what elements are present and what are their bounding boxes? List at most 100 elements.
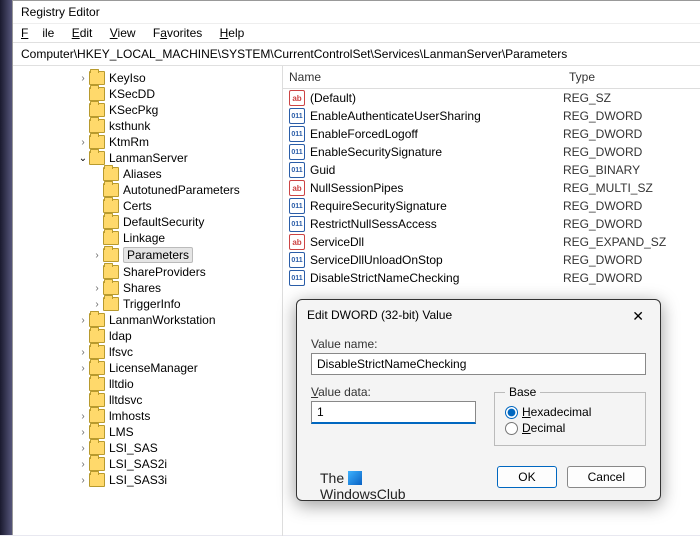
tree-item-aliases[interactable]: Aliases bbox=[91, 166, 280, 182]
tree-item-lsi_sas2i[interactable]: › LSI_SAS2i bbox=[77, 456, 280, 472]
value-name: RestrictNullSessAccess bbox=[310, 217, 437, 231]
tree-item-label: LSI_SAS2i bbox=[109, 457, 167, 471]
tree-item-shares[interactable]: ›Shares bbox=[91, 280, 280, 296]
menu-favorites[interactable]: Favorites bbox=[153, 26, 202, 40]
list-row[interactable]: 011ServiceDllUnloadOnStopREG_DWORD bbox=[283, 251, 700, 269]
folder-icon bbox=[89, 103, 105, 117]
tree-item-label: LanmanServer bbox=[109, 151, 188, 165]
folder-icon bbox=[89, 361, 105, 375]
tree-item-linkage[interactable]: Linkage bbox=[91, 230, 280, 246]
tree-item-lanmanserver[interactable]: ⌄ LanmanServer bbox=[77, 150, 280, 166]
list-row[interactable]: 011RestrictNullSessAccessREG_DWORD bbox=[283, 215, 700, 233]
tree-item-ksecdd[interactable]: KSecDD bbox=[77, 86, 280, 102]
menu-edit[interactable]: Edit bbox=[72, 26, 93, 40]
chevron-right-icon[interactable]: › bbox=[77, 347, 89, 358]
tree-item-ldap[interactable]: ldap bbox=[77, 328, 280, 344]
tree-item-label: LSI_SAS bbox=[109, 441, 158, 455]
list-row[interactable]: 011EnableAuthenticateUserSharingREG_DWOR… bbox=[283, 107, 700, 125]
tree-item-label: Certs bbox=[123, 199, 152, 213]
address-bar[interactable]: Computer\HKEY_LOCAL_MACHINE\SYSTEM\Curre… bbox=[13, 43, 700, 66]
tree-item-label: LanmanWorkstation bbox=[109, 313, 216, 327]
list-row[interactable]: ab(Default)REG_SZ bbox=[283, 89, 700, 107]
tree-item-ksecpkg[interactable]: KSecPkg bbox=[77, 102, 280, 118]
value-type: REG_DWORD bbox=[563, 127, 700, 141]
menu-help[interactable]: Help bbox=[220, 26, 245, 40]
folder-icon bbox=[89, 313, 105, 327]
chevron-right-icon[interactable]: › bbox=[91, 250, 103, 261]
tree-item-label: KSecPkg bbox=[109, 103, 158, 117]
folder-icon bbox=[89, 151, 105, 165]
tree-item-shareproviders[interactable]: ShareProviders bbox=[91, 264, 280, 280]
value-type: REG_MULTI_SZ bbox=[563, 181, 700, 195]
menu-view[interactable]: View bbox=[110, 26, 136, 40]
tree-item-lltdsvc[interactable]: lltdsvc bbox=[77, 392, 280, 408]
tree-item-lsi_sas3i[interactable]: › LSI_SAS3i bbox=[77, 472, 280, 488]
header-name[interactable]: Name bbox=[283, 66, 563, 88]
list-row[interactable]: 011RequireSecuritySignatureREG_DWORD bbox=[283, 197, 700, 215]
radio-dec-label[interactable]: Decimal bbox=[522, 421, 565, 435]
chevron-right-icon[interactable]: › bbox=[77, 427, 89, 438]
tree-view[interactable]: ›KeyIsoKSecDDKSecPkg ksthunk›KtmRm ⌄ Lanman… bbox=[13, 66, 283, 536]
value-data-input[interactable] bbox=[311, 401, 476, 424]
value-name: (Default) bbox=[310, 91, 356, 105]
chevron-right-icon[interactable]: › bbox=[77, 411, 89, 422]
tree-item-triggerinfo[interactable]: › TriggerInfo bbox=[91, 296, 280, 312]
chevron-right-icon[interactable]: › bbox=[91, 283, 103, 294]
tree-item-label: ksthunk bbox=[109, 119, 150, 133]
radio-hex[interactable] bbox=[505, 406, 518, 419]
close-icon[interactable]: ✕ bbox=[626, 308, 650, 325]
menu-file[interactable]: File bbox=[21, 26, 54, 40]
radio-dec[interactable] bbox=[505, 422, 518, 435]
list-row[interactable]: 011GuidREG_BINARY bbox=[283, 161, 700, 179]
tree-item-label: TriggerInfo bbox=[123, 297, 181, 311]
tree-item-lfsvc[interactable]: ›lfsvc bbox=[77, 344, 280, 360]
radio-hex-label[interactable]: Hexadecimal bbox=[522, 405, 591, 419]
tree-item-ktmrm[interactable]: ›KtmRm bbox=[77, 134, 280, 150]
chevron-right-icon[interactable]: › bbox=[91, 299, 103, 310]
folder-icon bbox=[89, 393, 105, 407]
chevron-right-icon[interactable]: › bbox=[77, 443, 89, 454]
tree-item-parameters[interactable]: ›Parameters bbox=[91, 246, 280, 264]
base-group: Base Hexadecimal Decimal bbox=[494, 385, 646, 446]
watermark: The WindowsClub bbox=[320, 470, 406, 502]
value-type: REG_EXPAND_SZ bbox=[563, 235, 700, 249]
chevron-right-icon[interactable]: › bbox=[77, 363, 89, 374]
tree-item-lltdio[interactable]: lltdio bbox=[77, 376, 280, 392]
tree-item-keyiso[interactable]: ›KeyIso bbox=[77, 70, 280, 86]
tree-item-ksthunk[interactable]: ksthunk bbox=[77, 118, 280, 134]
binary-icon: 011 bbox=[289, 144, 305, 160]
string-icon: ab bbox=[289, 180, 305, 196]
list-row[interactable]: abNullSessionPipesREG_MULTI_SZ bbox=[283, 179, 700, 197]
cancel-button[interactable]: Cancel bbox=[567, 466, 646, 488]
tree-item-licensemanager[interactable]: ›LicenseManager bbox=[77, 360, 280, 376]
folder-icon bbox=[103, 215, 119, 229]
list-row[interactable]: abServiceDllREG_EXPAND_SZ bbox=[283, 233, 700, 251]
tree-item-autotunedparameters[interactable]: AutotunedParameters bbox=[91, 182, 280, 198]
tree-item-label: DefaultSecurity bbox=[123, 215, 204, 229]
chevron-right-icon[interactable]: › bbox=[77, 459, 89, 470]
tree-item-label: LSI_SAS3i bbox=[109, 473, 167, 487]
folder-icon bbox=[103, 167, 119, 181]
value-name: EnableForcedLogoff bbox=[310, 127, 418, 141]
value-name-input[interactable] bbox=[311, 353, 646, 375]
chevron-right-icon[interactable]: › bbox=[77, 475, 89, 486]
chevron-right-icon[interactable]: › bbox=[77, 73, 89, 84]
list-row[interactable]: 011EnableSecuritySignatureREG_DWORD bbox=[283, 143, 700, 161]
folder-icon bbox=[89, 473, 105, 487]
header-type[interactable]: Type bbox=[563, 66, 700, 88]
tree-item-lanmanworkstation[interactable]: › LanmanWorkstation bbox=[77, 312, 280, 328]
ok-button[interactable]: OK bbox=[497, 466, 556, 488]
tree-item-certs[interactable]: Certs bbox=[91, 198, 280, 214]
tree-item-defaultsecurity[interactable]: DefaultSecurity bbox=[91, 214, 280, 230]
folder-icon bbox=[103, 281, 119, 295]
tree-item-lms[interactable]: ›LMS bbox=[77, 424, 280, 440]
chevron-right-icon[interactable]: › bbox=[77, 137, 89, 148]
list-row[interactable]: 011DisableStrictNameCheckingREG_DWORD bbox=[283, 269, 700, 287]
tree-item-label: Aliases bbox=[123, 167, 162, 181]
tree-item-lmhosts[interactable]: ›lmhosts bbox=[77, 408, 280, 424]
chevron-down-icon[interactable]: ⌄ bbox=[77, 153, 89, 164]
value-name: EnableSecuritySignature bbox=[310, 145, 442, 159]
list-row[interactable]: 011EnableForcedLogoffREG_DWORD bbox=[283, 125, 700, 143]
chevron-right-icon[interactable]: › bbox=[77, 315, 89, 326]
tree-item-lsi_sas[interactable]: › LSI_SAS bbox=[77, 440, 280, 456]
